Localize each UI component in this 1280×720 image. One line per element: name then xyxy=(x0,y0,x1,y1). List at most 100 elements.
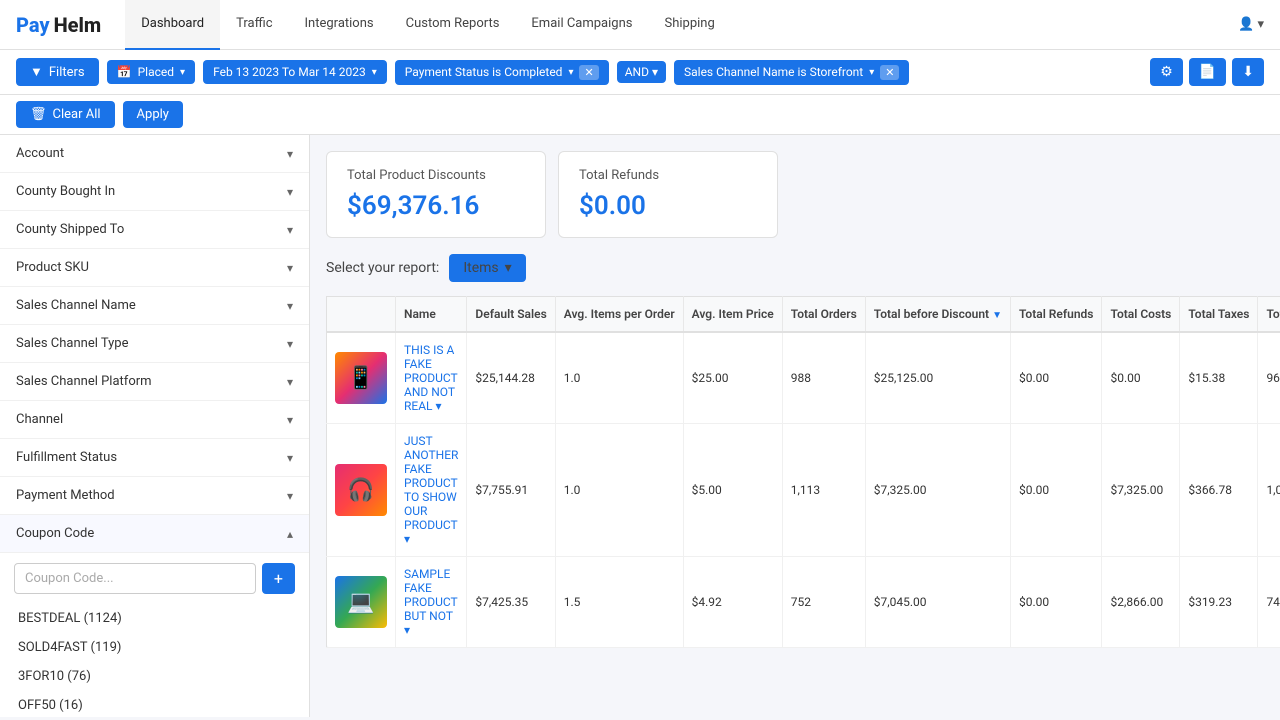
total-costs-value: $0.00 xyxy=(1102,332,1180,424)
export-csv-btn[interactable]: 📄 xyxy=(1189,58,1226,86)
sidebar: Account ▾ County Bought In ▾ County Ship… xyxy=(0,135,310,717)
coupon-add-button[interactable]: + xyxy=(262,563,295,594)
avg-items-value: 1.5 xyxy=(555,557,683,648)
total-refunds-value: $0.00 xyxy=(1010,424,1102,557)
product-name: THIS IS A FAKE PRODUCT AND NOT REAL ▾ xyxy=(396,332,467,424)
avg-price-value: $4.92 xyxy=(683,557,782,648)
main-content: Total Product Discounts $69,376.16 Total… xyxy=(310,135,1280,717)
sidebar-item-sales-channel-platform[interactable]: Sales Channel Platform ▾ xyxy=(0,363,309,401)
coupon-input-row: + xyxy=(14,563,295,594)
chevron-down-icon: ▾ xyxy=(287,375,293,389)
sidebar-item-account[interactable]: Account ▾ xyxy=(0,135,309,173)
default-sales-value: $25,144.28 xyxy=(467,332,555,424)
col-total-before-discount[interactable]: Total before Discount ▼ xyxy=(865,297,1010,333)
col-avg-items[interactable]: Avg. Items per Order xyxy=(555,297,683,333)
nav-integrations[interactable]: Integrations xyxy=(289,0,390,50)
nav-traffic[interactable]: Traffic xyxy=(220,0,288,50)
stats-row: Total Product Discounts $69,376.16 Total… xyxy=(326,151,1264,238)
sidebar-item-product-sku[interactable]: Product SKU ▾ xyxy=(0,249,309,287)
sidebar-item-coupon-code[interactable]: Coupon Code ▴ xyxy=(0,515,309,553)
total-customers-value: 1,077 xyxy=(1258,424,1280,557)
payment-status-chip[interactable]: Payment Status is Completed ▾ ✕ xyxy=(395,60,609,85)
nav-dashboard[interactable]: Dashboard xyxy=(125,0,220,50)
chevron-down-icon: ▾ xyxy=(287,413,293,427)
col-total-orders[interactable]: Total Orders xyxy=(782,297,865,333)
col-default-sales[interactable]: Default Sales xyxy=(467,297,555,333)
chevron-down-icon: ▾ xyxy=(287,261,293,275)
chevron-down-icon: ▾ xyxy=(287,147,293,161)
payment-status-delete[interactable]: ✕ xyxy=(579,65,598,80)
col-name[interactable]: Name xyxy=(396,297,467,333)
sidebar-item-fulfillment-status[interactable]: Fulfillment Status ▾ xyxy=(0,439,309,477)
placed-chip[interactable]: 📅 Placed ▾ xyxy=(107,60,195,84)
product-thumbnail: 🎧 xyxy=(327,424,396,557)
col-avg-price[interactable]: Avg. Item Price xyxy=(683,297,782,333)
table-row: 📱 THIS IS A FAKE PRODUCT AND NOT REAL ▾ … xyxy=(327,332,1280,424)
default-sales-value: $7,755.91 xyxy=(467,424,555,557)
chevron-down-icon: ▾ xyxy=(287,299,293,313)
coupon-list-item[interactable]: OFF50 (16) xyxy=(14,691,295,717)
total-customers-value: 961 xyxy=(1258,332,1280,424)
chevron-down-icon: ▾ xyxy=(287,451,293,465)
product-image: 📱 xyxy=(335,352,387,404)
chevron-up-icon: ▴ xyxy=(287,527,293,541)
sidebar-item-sales-channel-name[interactable]: Sales Channel Name ▾ xyxy=(0,287,309,325)
stat-card-refunds: Total Refunds $0.00 xyxy=(558,151,778,238)
product-thumbnail: 📱 xyxy=(327,332,396,424)
total-costs-value: $7,325.00 xyxy=(1102,424,1180,557)
report-selector: Select your report: Items ▾ xyxy=(326,254,1264,282)
apply-button[interactable]: Apply xyxy=(123,101,183,128)
settings-icon-btn[interactable]: ⚙ xyxy=(1150,58,1183,86)
data-table: Name Default Sales Avg. Items per Order … xyxy=(326,296,1280,648)
nav-custom-reports[interactable]: Custom Reports xyxy=(390,0,516,50)
filters-button[interactable]: ▼ Filters xyxy=(16,58,99,86)
product-name: JUST ANOTHER FAKE PRODUCT TO SHOW OUR PR… xyxy=(396,424,467,557)
product-link[interactable]: THIS IS A FAKE PRODUCT AND NOT REAL ▾ xyxy=(404,343,457,413)
placed-arrow: ▾ xyxy=(180,67,185,78)
sales-channel-chip[interactable]: Sales Channel Name is Storefront ▾ ✕ xyxy=(674,60,909,85)
avg-items-value: 1.0 xyxy=(555,424,683,557)
total-before-discount-value: $7,325.00 xyxy=(865,424,1010,557)
total-orders-value: 988 xyxy=(782,332,865,424)
product-name: SAMPLE FAKE PRODUCT BUT NOT ▾ xyxy=(396,557,467,648)
sales-channel-delete[interactable]: ✕ xyxy=(880,65,899,80)
top-navigation: PayHelm Dashboard Traffic Integrations C… xyxy=(0,0,1280,50)
col-total-costs[interactable]: Total Costs xyxy=(1102,297,1180,333)
filter-bar-row2: 🗑 Clear All Apply xyxy=(0,95,1280,135)
chevron-down-icon: ▾ xyxy=(287,185,293,199)
coupon-code-input[interactable] xyxy=(14,563,256,594)
total-taxes-value: $15.38 xyxy=(1180,332,1258,424)
chevron-down-icon: ▾ xyxy=(287,489,293,503)
and-badge[interactable]: AND ▾ xyxy=(617,61,666,83)
sidebar-item-payment-method[interactable]: Payment Method ▾ xyxy=(0,477,309,515)
product-link[interactable]: SAMPLE FAKE PRODUCT BUT NOT ▾ xyxy=(404,567,457,637)
col-total-refunds[interactable]: Total Refunds xyxy=(1010,297,1102,333)
col-thumb xyxy=(327,297,396,333)
date-range-chip[interactable]: Feb 13 2023 To Mar 14 2023 ▾ xyxy=(203,60,387,84)
report-items-button[interactable]: Items ▾ xyxy=(449,254,525,282)
avg-price-value: $5.00 xyxy=(683,424,782,557)
total-taxes-value: $366.78 xyxy=(1180,424,1258,557)
sidebar-item-sales-channel-type[interactable]: Sales Channel Type ▾ xyxy=(0,325,309,363)
coupon-list-item[interactable]: 3FOR10 (76) xyxy=(14,662,295,691)
product-link[interactable]: JUST ANOTHER FAKE PRODUCT TO SHOW OUR PR… xyxy=(404,434,458,546)
coupon-list-item[interactable]: SOLD4FAST (119) xyxy=(14,633,295,662)
nav-shipping[interactable]: Shipping xyxy=(648,0,730,50)
sidebar-item-channel[interactable]: Channel ▾ xyxy=(0,401,309,439)
col-total-taxes[interactable]: Total Taxes xyxy=(1180,297,1258,333)
sidebar-item-county-shipped-to[interactable]: County Shipped To ▾ xyxy=(0,211,309,249)
sidebar-item-county-bought-in[interactable]: County Bought In ▾ xyxy=(0,173,309,211)
total-refunds-value: $0.00 xyxy=(1010,332,1102,424)
col-total-customers[interactable]: Total Customers xyxy=(1258,297,1280,333)
download-btn[interactable]: ⬇ xyxy=(1232,58,1264,86)
coupon-section: + BESTDEAL (1124) SOLD4FAST (119) 3FOR10… xyxy=(0,553,309,717)
user-menu[interactable]: 👤 ▾ xyxy=(1238,17,1264,32)
product-thumbnail: 💻 xyxy=(327,557,396,648)
clear-all-button[interactable]: 🗑 Clear All xyxy=(16,101,115,128)
avg-price-value: $25.00 xyxy=(683,332,782,424)
coupon-list-item[interactable]: BESTDEAL (1124) xyxy=(14,604,295,633)
nav-email-campaigns[interactable]: Email Campaigns xyxy=(515,0,648,50)
filter-bar: ▼ Filters 📅 Placed ▾ Feb 13 2023 To Mar … xyxy=(0,50,1280,95)
default-sales-value: $7,425.35 xyxy=(467,557,555,648)
chevron-down-icon: ▾ xyxy=(287,337,293,351)
